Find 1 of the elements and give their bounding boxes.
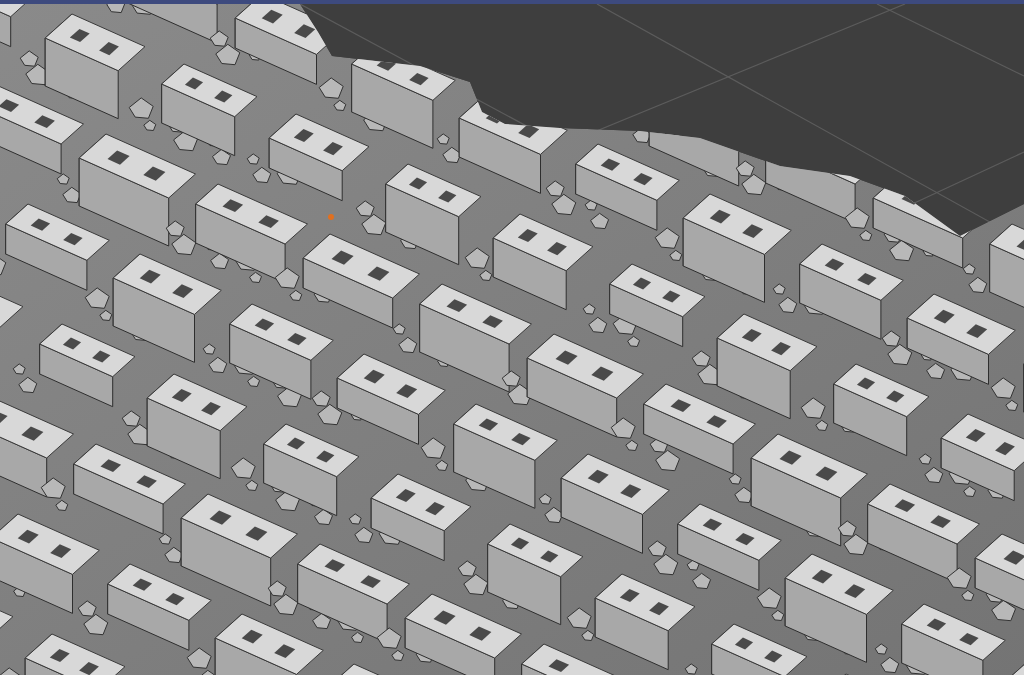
point-marker-icon [328,214,334,220]
